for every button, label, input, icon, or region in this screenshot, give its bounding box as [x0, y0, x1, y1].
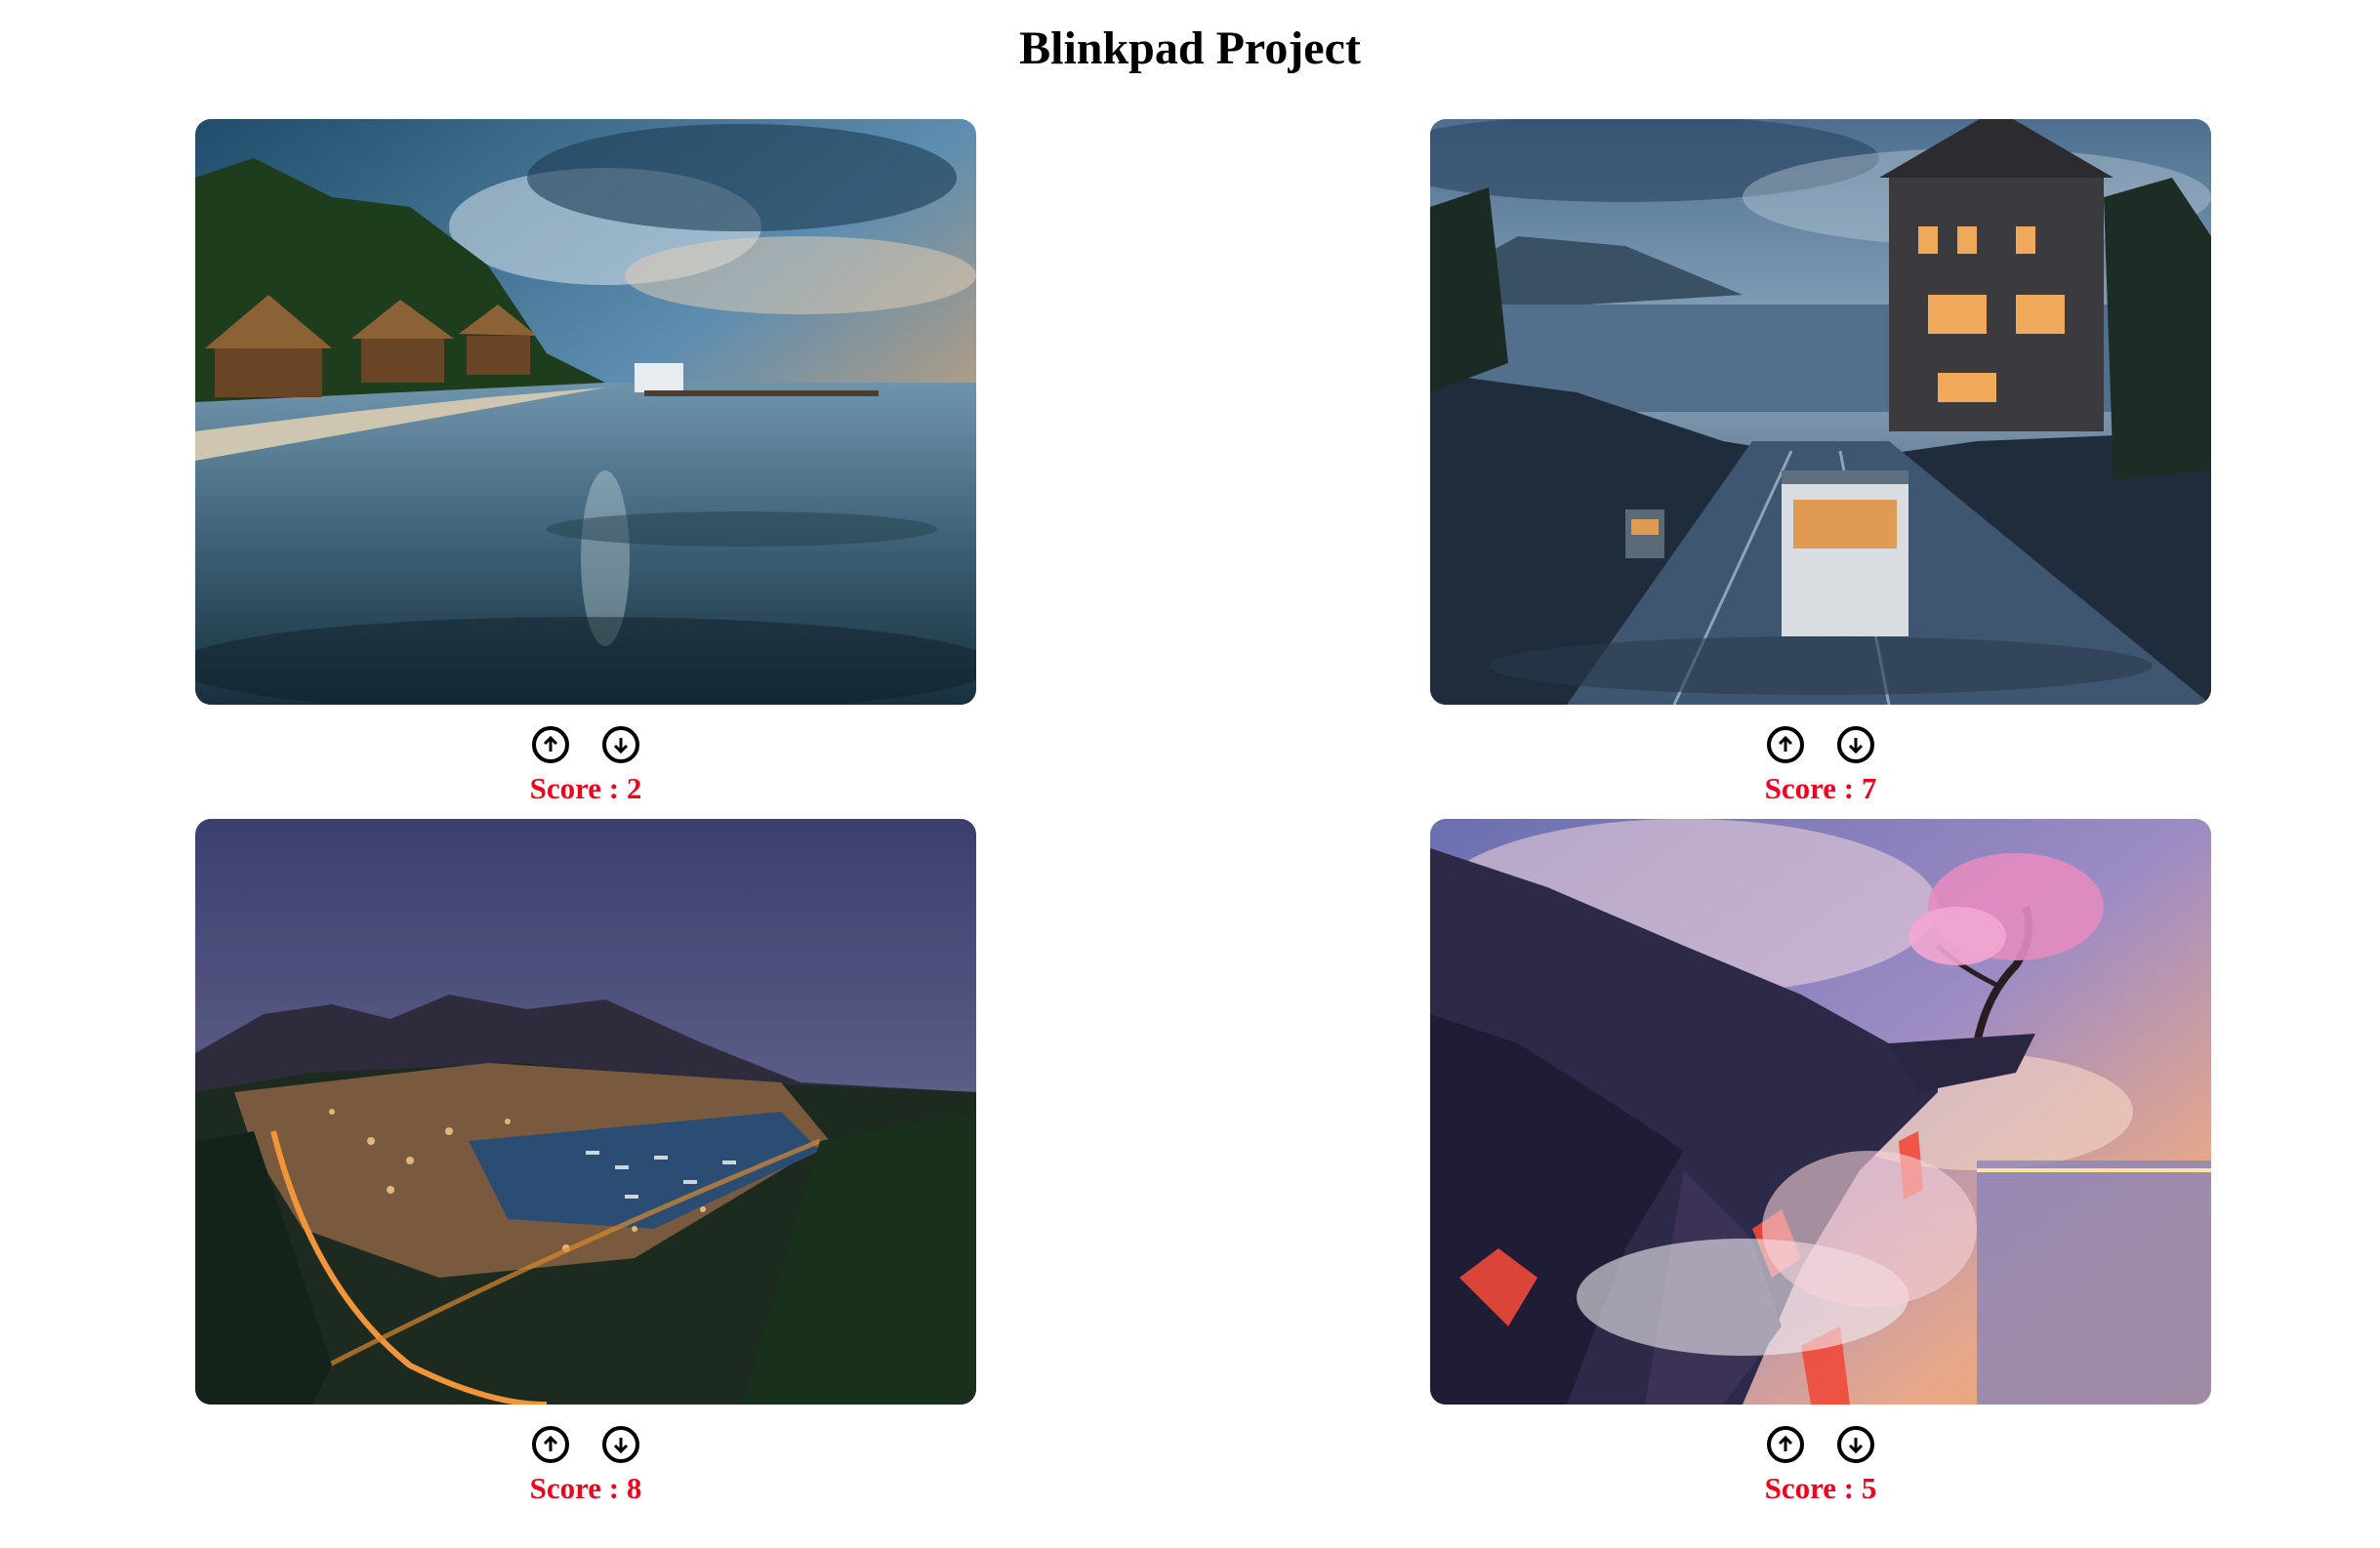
image-card: Score : 5 — [1430, 819, 2211, 1506]
card-image — [1430, 819, 2211, 1405]
upvote-button[interactable] — [1767, 1426, 1804, 1463]
downvote-button[interactable] — [1837, 726, 1874, 763]
downvote-button[interactable] — [1837, 1426, 1874, 1463]
downvote-button[interactable] — [602, 726, 639, 763]
vote-controls — [1430, 705, 2211, 763]
upvote-button[interactable] — [532, 1426, 569, 1463]
vote-controls — [195, 705, 976, 763]
arrow-up-circle-icon — [1778, 735, 1793, 752]
arrow-down-circle-icon — [613, 1438, 629, 1454]
arrow-up-circle-icon — [543, 1435, 558, 1451]
arrow-down-circle-icon — [613, 738, 629, 754]
vote-controls — [195, 1405, 976, 1463]
arrow-up-circle-icon — [1778, 1435, 1793, 1451]
arrow-down-circle-icon — [1848, 738, 1864, 754]
image-card: Score : 8 — [195, 819, 976, 1506]
score-label: Score : 2 — [529, 771, 642, 805]
card-image — [1430, 119, 2211, 705]
score-label: Score : 8 — [529, 1471, 642, 1505]
image-card: Score : 2 — [195, 119, 976, 806]
image-card: Score : 7 — [1430, 119, 2211, 806]
upvote-button[interactable] — [1767, 726, 1804, 763]
arrow-up-circle-icon — [543, 735, 558, 752]
upvote-button[interactable] — [532, 726, 569, 763]
downvote-button[interactable] — [602, 1426, 639, 1463]
score-label: Score : 5 — [1764, 1471, 1877, 1505]
vote-controls — [1430, 1405, 2211, 1463]
card-image — [195, 819, 976, 1405]
arrow-down-circle-icon — [1848, 1438, 1864, 1454]
card-image — [195, 119, 976, 705]
score-label: Score : 7 — [1764, 771, 1877, 805]
page-title: Blinkpad Project — [1019, 22, 1361, 74]
